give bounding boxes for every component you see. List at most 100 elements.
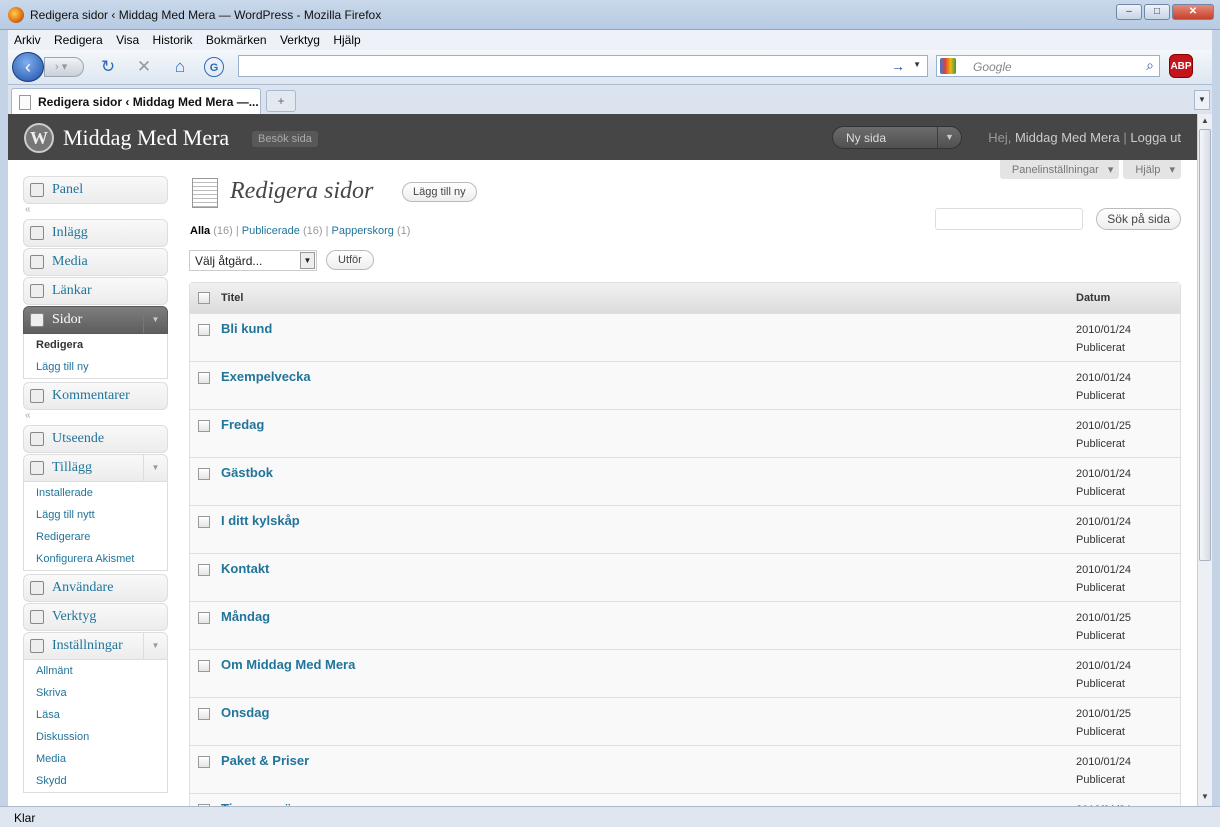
new-tab-button[interactable]: + <box>266 90 296 112</box>
page-title-link[interactable]: I ditt kylskåp <box>221 513 300 528</box>
submenu-add-new[interactable]: Lägg till ny <box>24 356 167 378</box>
menu-historik[interactable]: Historik <box>153 33 193 47</box>
chevron-down-icon[interactable]: ▼ <box>300 252 315 269</box>
page-title-link[interactable]: Exempelvecka <box>221 369 311 384</box>
row-checkbox[interactable] <box>198 372 210 384</box>
new-page-label[interactable]: Ny sida <box>846 131 886 145</box>
logout-link[interactable]: Logga ut <box>1130 130 1181 145</box>
bulk-action-select[interactable]: Välj åtgärd... ▼ <box>189 250 317 271</box>
row-checkbox[interactable] <box>198 564 210 576</box>
row-checkbox[interactable] <box>198 708 210 720</box>
row-checkbox[interactable] <box>198 756 210 768</box>
submenu-add-new-plugin[interactable]: Lägg till nytt <box>24 504 167 526</box>
sidebar-item-pages[interactable]: Sidor ▼ <box>23 306 168 334</box>
submenu-editor[interactable]: Redigerare <box>24 526 167 548</box>
forward-button[interactable]: › ▾ <box>44 57 84 77</box>
row-checkbox[interactable] <box>198 612 210 624</box>
reload-icon[interactable]: ↻ <box>98 57 118 77</box>
row-checkbox[interactable] <box>198 516 210 528</box>
filter-trash[interactable]: Papperskorg <box>332 225 394 237</box>
page-title-link[interactable]: Kontakt <box>221 561 269 576</box>
page-title-link[interactable]: Onsdag <box>221 705 269 720</box>
site-name[interactable]: Middag Med Mera <box>63 125 229 151</box>
sidebar-item-media[interactable]: Media <box>23 248 168 276</box>
search-input[interactable]: Google ⌕ <box>936 55 1160 77</box>
menu-visa[interactable]: Visa <box>116 33 139 47</box>
help-button[interactable]: Hjälp ▾ <box>1123 160 1181 179</box>
submenu-media[interactable]: Media <box>24 748 167 770</box>
visit-site-button[interactable]: Besök sida <box>252 131 318 147</box>
sidebar-item-plugins[interactable]: Tillägg ▼ <box>23 454 168 482</box>
go-arrow-icon[interactable]: → <box>891 58 905 74</box>
search-pages-button[interactable]: Sök på sida <box>1096 208 1181 230</box>
select-all-checkbox[interactable] <box>198 292 210 304</box>
sidebar-item-panel[interactable]: Panel <box>23 176 168 204</box>
chevron-down-icon[interactable]: ▼ <box>143 455 167 481</box>
submenu-reading[interactable]: Läsa <box>24 704 167 726</box>
sidebar-item-label: Användare <box>52 580 114 595</box>
chevron-down-icon[interactable]: ▼ <box>937 127 961 148</box>
stop-icon[interactable]: ✕ <box>134 57 154 77</box>
adblock-icon[interactable]: ABP <box>1169 54 1193 78</box>
scroll-thumb[interactable] <box>1199 129 1211 561</box>
submenu-installed[interactable]: Installerade <box>24 482 167 504</box>
google-icon[interactable] <box>940 58 956 74</box>
page-title-link[interactable]: Paket & Priser <box>221 753 309 768</box>
add-new-button[interactable]: Lägg till ny <box>402 182 477 202</box>
row-checkbox[interactable] <box>198 660 210 672</box>
menu-hjalp[interactable]: Hjälp <box>333 33 360 47</box>
tab-current[interactable]: Redigera sidor ‹ Middag Med Mera —... <box>11 88 261 115</box>
page-title-link[interactable]: Gästbok <box>221 465 273 480</box>
sidebar-item-settings[interactable]: Inställningar ▼ <box>23 632 168 660</box>
filter-published[interactable]: Publicerade <box>242 225 300 237</box>
submenu-general[interactable]: Allmänt <box>24 660 167 682</box>
scroll-down-icon[interactable]: ▼ <box>1200 792 1210 804</box>
search-icon[interactable]: ⌕ <box>1146 57 1154 74</box>
sidebar-item-tools[interactable]: Verktyg <box>23 603 168 631</box>
apply-button[interactable]: Utför <box>326 250 374 270</box>
page-title-link[interactable]: Om Middag Med Mera <box>221 657 355 672</box>
filter-all[interactable]: Alla <box>190 225 210 237</box>
submenu-discussion[interactable]: Diskussion <box>24 726 167 748</box>
favorite-actions-dropdown[interactable]: Ny sida ▼ <box>832 126 962 149</box>
chevron-down-icon[interactable]: ▼ <box>143 307 167 333</box>
home-icon[interactable]: ⌂ <box>170 57 190 77</box>
column-date[interactable]: Datum <box>1076 292 1110 304</box>
sidebar-item-comments[interactable]: Kommentarer <box>23 382 168 410</box>
sidebar-item-links[interactable]: Länkar <box>23 277 168 305</box>
collapse-separator[interactable]: « <box>23 205 168 219</box>
page-search-input[interactable] <box>935 208 1083 230</box>
menu-bokmarken[interactable]: Bokmärken <box>206 33 267 47</box>
tab-list-icon[interactable]: ▼ <box>1194 90 1210 110</box>
close-button[interactable]: ✕ <box>1172 4 1214 20</box>
screen-options-button[interactable]: Panelinställningar ▾ <box>999 160 1120 179</box>
scroll-up-icon[interactable]: ▲ <box>1200 116 1210 128</box>
sidebar-item-appearance[interactable]: Utseende <box>23 425 168 453</box>
menu-redigera[interactable]: Redigera <box>54 33 103 47</box>
user-link[interactable]: Middag Med Mera <box>1015 130 1120 145</box>
page-title-link[interactable]: Bli kund <box>221 321 272 336</box>
collapse-separator[interactable]: « <box>23 411 168 425</box>
page-title-link[interactable]: Fredag <box>221 417 264 432</box>
maximize-button[interactable]: □ <box>1144 4 1170 20</box>
url-input[interactable]: → ▼ <box>238 55 928 77</box>
column-title[interactable]: Titel <box>221 292 243 304</box>
minimize-button[interactable]: – <box>1116 4 1142 20</box>
url-dropdown-icon[interactable]: ▼ <box>913 60 921 69</box>
vertical-scrollbar[interactable]: ▲ ▼ <box>1197 114 1212 806</box>
translate-icon[interactable]: G <box>204 57 224 77</box>
submenu-privacy[interactable]: Skydd <box>24 770 167 792</box>
submenu-writing[interactable]: Skriva <box>24 682 167 704</box>
sidebar-item-posts[interactable]: Inlägg <box>23 219 168 247</box>
row-checkbox[interactable] <box>198 468 210 480</box>
row-checkbox[interactable] <box>198 420 210 432</box>
menu-arkiv[interactable]: Arkiv <box>14 33 41 47</box>
sidebar-item-users[interactable]: Användare <box>23 574 168 602</box>
back-button[interactable]: ‹ <box>12 52 44 82</box>
row-checkbox[interactable] <box>198 324 210 336</box>
submenu-akismet[interactable]: Konfigurera Akismet <box>24 548 167 570</box>
page-title-link[interactable]: Måndag <box>221 609 270 624</box>
menu-verktyg[interactable]: Verktyg <box>280 33 320 47</box>
chevron-down-icon[interactable]: ▼ <box>143 633 167 659</box>
submenu-edit[interactable]: Redigera <box>24 334 167 356</box>
